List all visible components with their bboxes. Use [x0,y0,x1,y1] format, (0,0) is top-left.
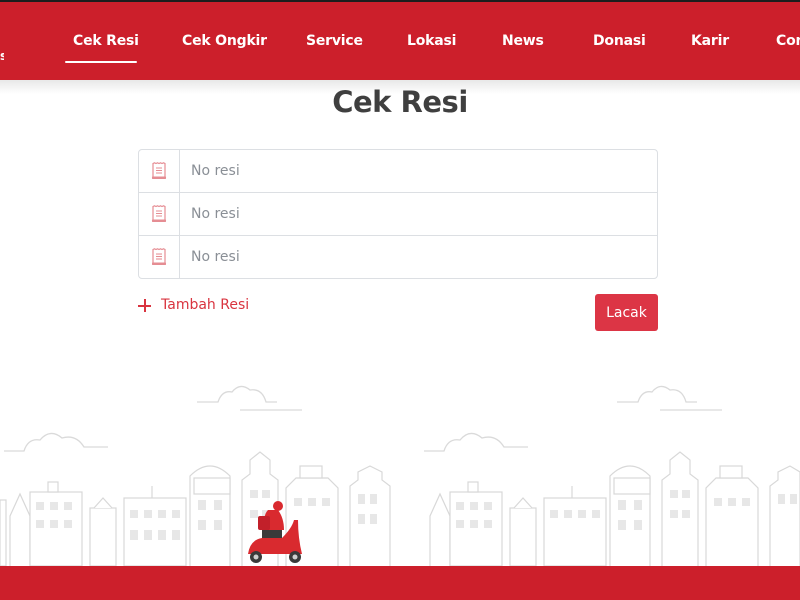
page-title: Cek Resi [332,85,468,119]
resi-row [139,150,657,193]
nav-item-karir[interactable]: Karir [691,33,729,49]
nav-item-lokasi[interactable]: Lokasi [407,33,456,49]
nav-item-contact[interactable]: Con [776,33,800,49]
resi-form [138,149,658,279]
lacak-button[interactable]: Lacak [595,294,658,331]
add-resi-label: Tambah Resi [161,297,250,313]
cloud-icon [617,385,722,411]
city-skyline-illustration [0,385,800,567]
receipt-icon [152,162,166,179]
resi-input-2[interactable] [180,193,657,235]
navbar: s Cek Resi Cek Ongkir Service Lokasi New… [0,0,800,80]
active-nav-indicator [65,61,137,63]
resi-input-3[interactable] [180,236,657,278]
nav-item-news[interactable]: News [502,33,544,49]
receipt-icon [152,205,166,222]
footer-band [0,566,800,600]
add-resi-button[interactable]: Tambah Resi [138,297,249,313]
resi-row [139,193,657,236]
resi-input-1[interactable] [180,150,657,192]
cloud-icon [4,432,108,452]
buildings [0,451,800,567]
nav-item-service[interactable]: Service [306,33,363,49]
resi-icon-cell [139,150,180,192]
cloud-icon [197,385,302,411]
cloud-icon [424,432,528,452]
nav-item-donasi[interactable]: Donasi [593,33,646,49]
receipt-icon [152,248,166,265]
nav-item-cek-resi[interactable]: Cek Resi [73,33,139,49]
resi-row [139,236,657,278]
resi-icon-cell [139,193,180,235]
page: s Cek Resi Cek Ongkir Service Lokasi New… [0,0,800,600]
nav-item-cek-ongkir[interactable]: Cek Ongkir [182,33,267,49]
plus-icon [138,299,151,312]
logo[interactable]: s [0,50,4,62]
resi-icon-cell [139,236,180,278]
